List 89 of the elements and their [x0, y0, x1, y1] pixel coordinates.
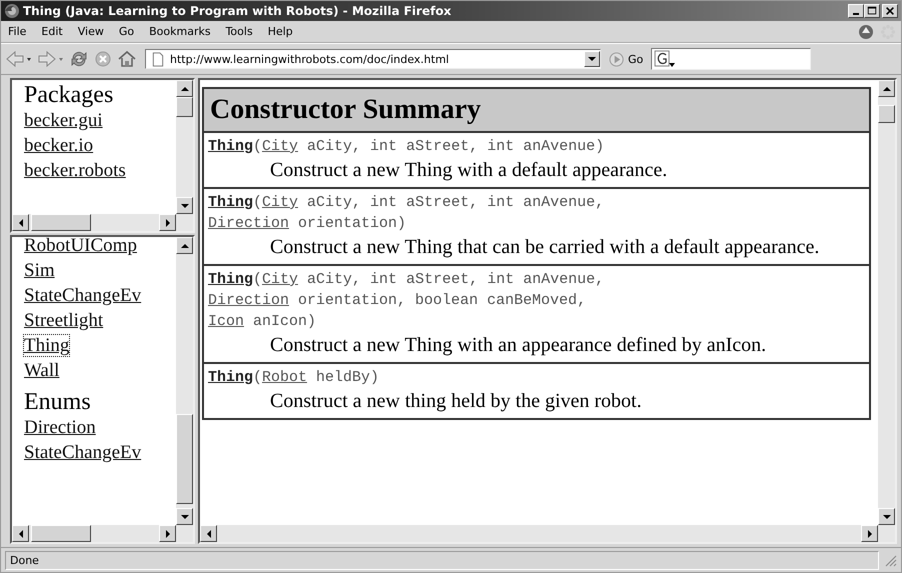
scroll-thumb[interactable]	[176, 97, 193, 117]
window-title: Thing (Java: Learning to Program with Robots) - Mozilla Firefox	[23, 4, 452, 18]
scroll-thumb[interactable]	[31, 214, 91, 231]
page-icon	[152, 52, 164, 66]
minimize-icon	[853, 13, 859, 15]
dropdown-button[interactable]	[584, 51, 600, 67]
minimize-button[interactable]	[848, 4, 864, 18]
scroll-right-button[interactable]	[159, 525, 176, 542]
scrollbar[interactable]	[200, 525, 878, 542]
maximize-icon	[866, 6, 878, 16]
table-heading: Constructor Summary	[204, 89, 869, 133]
scroll-thumb[interactable]	[31, 525, 91, 542]
resize-grip-icon[interactable]	[883, 553, 897, 567]
package-link[interactable]: becker.robots	[24, 160, 126, 181]
address-field[interactable]: http://www.learningwithrobots.com/doc/index.html	[145, 49, 601, 69]
scrollbar[interactable]	[878, 80, 895, 525]
class-link[interactable]: Wall	[24, 360, 60, 381]
menu-item[interactable]: Go	[116, 25, 142, 38]
scrollbar[interactable]	[12, 214, 176, 231]
scroll-left-button[interactable]	[12, 214, 29, 231]
scrollbar[interactable]	[176, 80, 193, 214]
globe-icon	[4, 3, 20, 19]
type-link[interactable]: City	[262, 194, 298, 211]
class-link[interactable]: Streetlight	[24, 310, 104, 331]
constructor-signature: Thing(City aCity, int aStreet, int anAvenue)	[208, 137, 606, 157]
constructor-description: Construct a new Thing with an appearance defined by anIcon.	[269, 333, 768, 358]
search-engine-icon	[654, 50, 676, 68]
section-heading: Packages	[24, 82, 114, 108]
go-button[interactable]: Go	[605, 52, 648, 66]
scroll-down-button[interactable]	[878, 508, 895, 525]
class-link[interactable]: Direction	[24, 417, 96, 438]
menu-item[interactable]: Tools	[224, 25, 260, 38]
scroll-right-button[interactable]	[861, 525, 878, 542]
constructor-signature: Thing(City aCity, int aStreet, int anAvenue, Direction orientation, boolean canBeMoved, Icon anIcon)	[208, 270, 606, 332]
section-heading: Enums	[24, 389, 92, 415]
constructor-signature: Thing(City aCity, int aStreet, int anAvenue, Direction orientation)	[208, 193, 606, 234]
type-link[interactable]: City	[262, 271, 298, 288]
class-link[interactable]: Sim	[24, 260, 55, 281]
scroll-thumb[interactable]	[176, 414, 193, 504]
constructor-description: Construct a new thing held by the given robot.	[269, 389, 643, 414]
class-link[interactable]: StateChangeEv	[24, 442, 142, 463]
constructor-link[interactable]: Thing	[208, 369, 254, 386]
type-link[interactable]: Robot	[262, 369, 308, 386]
menu-item[interactable]: View	[76, 25, 111, 38]
scroll-left-button[interactable]	[12, 525, 29, 542]
type-link[interactable]: Icon	[208, 313, 244, 330]
menu-item[interactable]: Bookmarks	[147, 25, 218, 38]
constructor-link[interactable]: Thing	[208, 194, 254, 211]
constructor-description: Construct a new Thing that can be carried with a default appearance.	[269, 235, 820, 260]
scrollbar[interactable]	[176, 237, 193, 525]
constructor-link[interactable]: Thing	[208, 138, 254, 155]
scroll-up-button[interactable]	[176, 80, 193, 97]
type-link[interactable]: Direction	[208, 292, 290, 309]
class-link[interactable]: StateChangeEv	[24, 285, 142, 306]
class-link[interactable]: Thing	[24, 335, 70, 356]
scroll-down-button[interactable]	[176, 197, 193, 214]
menu-item[interactable]: Help	[266, 25, 300, 38]
class-link[interactable]: RobotUIComp	[24, 235, 137, 256]
scroll-thumb[interactable]	[878, 105, 895, 123]
scroll-right-button[interactable]	[159, 214, 176, 231]
scroll-down-button[interactable]	[176, 508, 193, 525]
reload-icon[interactable]	[69, 49, 89, 69]
scroll-left-button[interactable]	[200, 525, 217, 542]
maximize-button[interactable]	[864, 4, 880, 18]
close-button[interactable]	[882, 4, 898, 18]
play-icon	[609, 52, 624, 66]
forward-arrow-icon[interactable]	[37, 49, 65, 69]
type-link[interactable]: Direction	[208, 215, 290, 232]
update-icon[interactable]	[858, 24, 874, 40]
close-icon	[884, 6, 896, 16]
home-icon[interactable]	[117, 49, 137, 69]
scrollbar[interactable]	[12, 525, 176, 542]
menu-item[interactable]: File	[6, 25, 34, 38]
scrollbar-corner	[176, 214, 193, 231]
constructor-description: Construct a new Thing with a default appearance.	[269, 158, 668, 183]
scroll-up-button[interactable]	[176, 237, 193, 254]
constructor-signature: Thing(Robot heldBy)	[208, 368, 380, 388]
package-link[interactable]: becker.io	[24, 135, 94, 156]
scrollbar-corner	[176, 525, 193, 542]
package-link[interactable]: becker.gui	[24, 110, 103, 131]
menu-item[interactable]: Edit	[39, 25, 70, 38]
scrollbar-corner	[878, 525, 895, 542]
scroll-up-button[interactable]	[878, 80, 895, 97]
stop-icon[interactable]	[93, 49, 113, 69]
search-field[interactable]	[651, 48, 812, 70]
status-text: Done	[5, 550, 879, 570]
constructor-link[interactable]: Thing	[208, 271, 254, 288]
type-link[interactable]: City	[262, 138, 298, 155]
back-arrow-icon[interactable]	[5, 49, 33, 69]
